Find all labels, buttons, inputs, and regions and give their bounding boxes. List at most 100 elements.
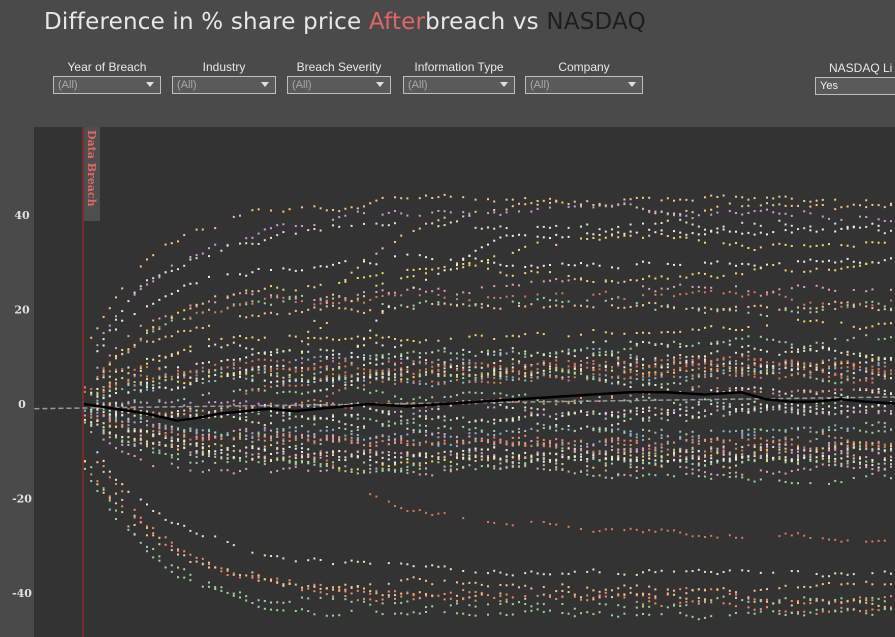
data-point <box>648 447 651 450</box>
data-point <box>115 447 117 450</box>
data-point <box>766 429 768 432</box>
data-point <box>834 424 837 427</box>
data-point <box>412 360 415 363</box>
data-point <box>195 560 198 563</box>
data-point <box>369 455 372 458</box>
data-point <box>462 291 465 294</box>
data-point <box>276 609 279 612</box>
data-point <box>685 597 688 600</box>
data-point <box>542 453 545 456</box>
data-point <box>809 258 812 261</box>
data-point <box>325 435 328 438</box>
data-point <box>332 466 334 469</box>
data-point <box>642 447 644 450</box>
data-point <box>660 459 663 462</box>
data-point <box>115 415 117 418</box>
data-point <box>108 470 111 473</box>
data-point <box>294 444 297 447</box>
data-point <box>834 448 837 451</box>
data-point <box>530 414 533 417</box>
data-point <box>201 302 204 305</box>
data-point <box>177 387 179 390</box>
data-point <box>487 267 489 270</box>
data-point <box>313 583 316 586</box>
data-point <box>747 344 750 347</box>
data-point <box>828 602 830 605</box>
data-point <box>257 243 260 245</box>
data-point <box>697 449 700 452</box>
data-point <box>245 599 248 602</box>
data-point <box>108 395 111 398</box>
data-point <box>871 442 874 445</box>
data-point <box>177 566 179 569</box>
data-point <box>493 307 496 310</box>
data-point <box>642 285 644 288</box>
data-point <box>766 606 768 609</box>
data-point <box>431 594 434 597</box>
data-point <box>542 408 545 411</box>
data-point <box>350 471 353 473</box>
data-point <box>809 602 812 605</box>
data-point <box>400 398 403 400</box>
data-point <box>251 440 254 443</box>
data-point <box>332 209 334 211</box>
data-point <box>877 451 880 454</box>
data-point <box>772 231 775 234</box>
data-point <box>642 419 644 422</box>
data-point <box>834 261 837 264</box>
data-point <box>542 424 545 426</box>
data-point <box>834 413 837 416</box>
data-point <box>189 256 192 258</box>
data-point <box>276 428 279 431</box>
data-point <box>598 602 601 605</box>
data-point <box>468 391 471 394</box>
data-point <box>170 439 173 442</box>
data-point <box>865 405 868 408</box>
data-point <box>294 289 297 292</box>
data-point <box>208 275 210 278</box>
data-point <box>716 227 719 230</box>
data-point <box>642 438 644 441</box>
data-point <box>778 404 781 407</box>
data-point <box>809 426 812 429</box>
data-point <box>115 368 117 371</box>
data-point <box>648 438 651 440</box>
data-point <box>474 376 477 379</box>
data-point <box>623 232 626 235</box>
data-point <box>425 462 427 465</box>
data-point <box>344 337 347 340</box>
data-point <box>319 559 322 561</box>
data-point <box>449 435 452 438</box>
data-point <box>673 295 675 298</box>
data-point <box>183 284 186 287</box>
data-point <box>617 375 620 378</box>
data-point <box>387 594 390 597</box>
data-point <box>102 465 105 468</box>
data-point <box>344 307 347 310</box>
data-point <box>505 295 508 298</box>
data-point <box>617 594 620 597</box>
data-point <box>840 601 843 604</box>
data-point <box>462 381 465 384</box>
data-point <box>883 361 886 364</box>
data-point <box>214 373 217 376</box>
data-point <box>518 416 520 419</box>
data-point <box>270 367 272 370</box>
data-point <box>629 356 632 359</box>
data-point <box>251 302 254 305</box>
data-point <box>747 354 750 357</box>
data-point <box>735 272 737 275</box>
data-point <box>871 583 874 586</box>
data-point <box>499 571 502 574</box>
data-point <box>90 416 93 419</box>
data-point <box>747 606 750 609</box>
data-point <box>313 440 316 443</box>
data-point <box>673 458 675 461</box>
data-point <box>152 433 155 436</box>
data-point <box>685 472 688 475</box>
data-point <box>691 273 694 276</box>
data-point <box>245 400 248 403</box>
data-point <box>474 432 477 435</box>
data-point <box>115 357 117 360</box>
data-point <box>561 369 564 372</box>
